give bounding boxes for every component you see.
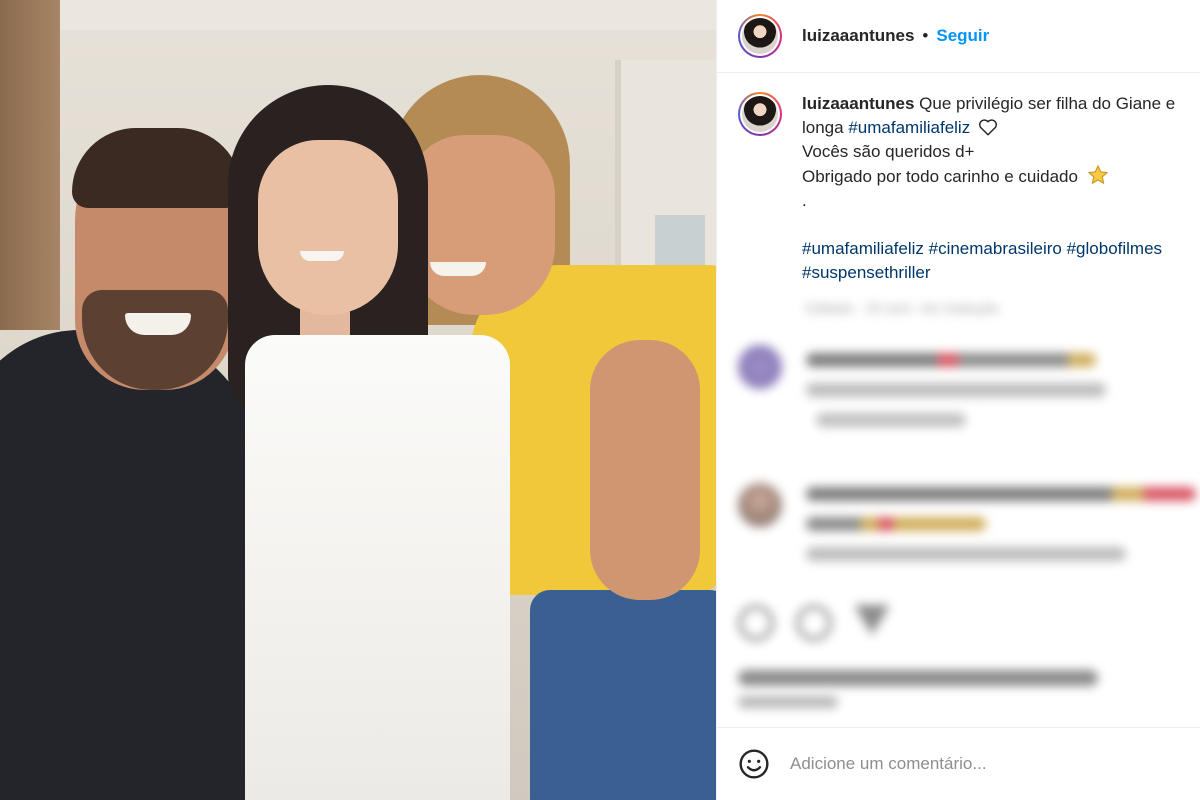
hashtag-link[interactable]: #suspensethriller: [802, 263, 931, 282]
separator-dot: •: [922, 26, 929, 45]
hashtag-link[interactable]: #cinemabrasileiro: [929, 239, 1062, 258]
author-username[interactable]: luizaaantunes: [802, 26, 914, 46]
post-photo[interactable]: [0, 0, 716, 800]
comment-input[interactable]: [790, 754, 1170, 774]
comment-avatar[interactable]: [738, 345, 782, 389]
caption-username[interactable]: luizaaantunes: [802, 94, 914, 113]
girl-white-dress: [245, 335, 510, 800]
hashtag-link[interactable]: #globofilmes: [1067, 239, 1162, 258]
caption-text-1: Que privilégio ser filha do Giane e: [919, 94, 1176, 113]
caption-text-2: longa: [802, 118, 849, 137]
man-hair: [72, 128, 242, 208]
avatar-ring-gap: [740, 16, 780, 56]
comment-actions: [806, 547, 1126, 561]
caption-line-2: longa #umafamiliafeliz: [802, 116, 1175, 140]
girl-face: [258, 140, 398, 315]
view-replies[interactable]: [816, 413, 966, 427]
post-date: [738, 696, 838, 708]
heart-outline-icon: [978, 119, 997, 136]
caption-meta: Editado · 20 sem. Ver tradução: [806, 300, 999, 316]
caption-text: luizaaantunes Que privilégio ser filha d…: [802, 92, 1175, 285]
hashtags-line-2: #suspensethriller: [802, 261, 1175, 285]
hashtag-link[interactable]: #umafamiliafeliz: [848, 118, 970, 137]
caption-text-4: Obrigado por todo carinho e cuidado: [802, 167, 1078, 186]
man-smile: [125, 313, 191, 335]
caption-line-4: Obrigado por todo carinho e cuidado: [802, 164, 1175, 189]
avatar-ring-gap: [740, 94, 780, 134]
avatar-photo: [742, 18, 778, 54]
woman-arm: [590, 340, 700, 600]
caption-text-3: Vocês são queridos d+: [802, 142, 975, 161]
hashtag-link[interactable]: #umafamiliafeliz: [802, 239, 924, 258]
comment-avatar[interactable]: [738, 483, 782, 527]
caption: luizaaantunes Que privilégio ser filha d…: [738, 92, 1200, 285]
post-header: luizaaantunes • Seguir: [717, 0, 1200, 73]
caption-line-1: luizaaantunes Que privilégio ser filha d…: [802, 92, 1175, 116]
likes-summary[interactable]: [738, 670, 1098, 686]
follow-button[interactable]: Seguir: [936, 26, 989, 46]
smiley-icon[interactable]: [738, 748, 770, 780]
comment-item: [738, 345, 1106, 443]
hashtags-line-1: #umafamiliafeliz #cinemabrasileiro #glob…: [802, 237, 1175, 261]
like-icon[interactable]: [738, 605, 774, 641]
caption-avatar[interactable]: [738, 92, 782, 136]
comment-lines: [806, 345, 1106, 443]
star-emoji-icon: [1087, 165, 1108, 184]
comment-text: [806, 487, 1196, 501]
post-actions: [738, 605, 890, 641]
woman-smile: [430, 262, 486, 276]
woman-jeans: [530, 590, 716, 800]
comment-icon[interactable]: [796, 605, 832, 641]
wood-wall: [0, 0, 60, 330]
caption-text-5: .: [802, 191, 807, 210]
man-shirt: [0, 330, 260, 800]
girl-smile: [300, 251, 344, 261]
comment-actions: [806, 383, 1106, 397]
comment-text: [806, 353, 1096, 367]
share-icon[interactable]: [854, 605, 890, 635]
comment-composer: [716, 727, 1200, 800]
comment-lines: [806, 483, 1196, 577]
avatar-photo: [742, 96, 778, 132]
comment-item: [738, 483, 1196, 577]
comment-text-2: [806, 517, 986, 531]
ceiling: [60, 0, 716, 30]
author-avatar[interactable]: [738, 14, 782, 58]
